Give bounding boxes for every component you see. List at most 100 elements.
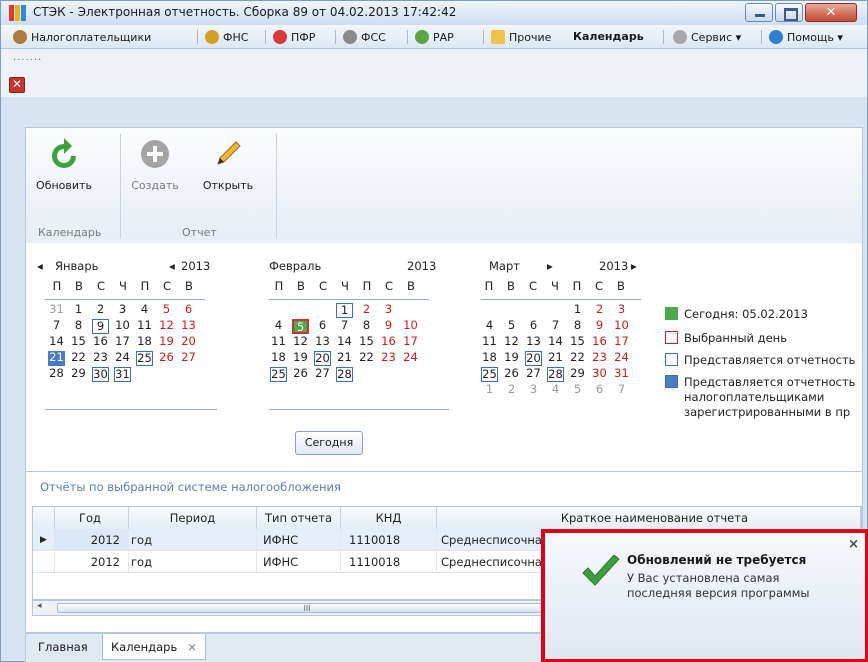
calendar-day[interactable]: 10 [613,319,630,334]
calendar-day[interactable]: 2 [591,303,608,318]
menu-other[interactable]: Прочие [491,30,551,44]
column-header-type[interactable]: Тип отчета [257,507,341,529]
calendar-day[interactable]: 10 [114,319,131,334]
calendar-day[interactable]: 17 [402,335,419,350]
refresh-button[interactable]: Обновить [34,138,94,192]
close-window-button[interactable]: ✕ [805,3,857,22]
calendar-day[interactable]: 2 [92,303,109,318]
calendar-day[interactable]: 7 [48,319,65,334]
calendar-day[interactable]: 30 [92,367,109,382]
calendar-day[interactable]: 12 [503,335,520,350]
menu-pfr[interactable]: ПФР [273,30,315,44]
calendar-day[interactable]: 15 [358,335,375,350]
calendar-day[interactable]: 18 [136,335,153,350]
calendar-day[interactable]: 17 [613,335,630,350]
calendar-day[interactable]: 2 [358,303,375,318]
calendar-day[interactable]: 1 [336,303,353,318]
calendar-day[interactable]: 19 [158,335,175,350]
popup-close-icon[interactable]: × [848,537,859,552]
calendar-day[interactable]: 28 [48,367,65,382]
calendar-day[interactable]: 26 [292,367,309,382]
calendar-day[interactable]: 6 [525,319,542,334]
calendar-day[interactable]: 21 [547,351,564,366]
calendar-day[interactable]: 13 [525,335,542,350]
calendar-day[interactable]: 29 [70,367,87,382]
calendar-day[interactable]: 21 [336,351,353,366]
calendar-day[interactable]: 5 [503,319,520,334]
calendar-day[interactable]: 27 [525,367,542,382]
calendar-day[interactable]: 26 [503,367,520,382]
calendar-day[interactable]: 18 [481,351,498,366]
calendar-day[interactable]: 3 [613,303,630,318]
tab-calendar[interactable]: Календарь × [102,634,206,660]
calendar-day[interactable]: 22 [569,351,586,366]
calendar-day[interactable]: 23 [591,351,608,366]
calendar-day[interactable]: 8 [569,319,586,334]
calendar-day[interactable]: 25 [136,351,153,366]
calendar-day[interactable]: 11 [270,335,287,350]
calendar-day[interactable]: 14 [336,335,353,350]
tab-close-icon[interactable]: × [187,640,197,654]
menu-service[interactable]: Сервис ▾ [673,30,741,44]
calendar-day[interactable]: 24 [114,351,131,366]
calendar-day[interactable]: 23 [380,351,397,366]
column-header-name[interactable]: Краткое наименование отчета [437,507,861,529]
calendar-day[interactable]: 1 [569,303,586,318]
calendar-day[interactable]: 12 [158,319,175,334]
calendar-day[interactable]: 13 [314,335,331,350]
calendar-day[interactable]: 1 [481,383,498,398]
calendar-day[interactable]: 3 [525,383,542,398]
calendar-day[interactable]: 20 [525,351,542,366]
calendar-day[interactable]: 12 [292,335,309,350]
calendar-day[interactable]: 9 [92,319,109,334]
calendar-day[interactable]: 5 [569,383,586,398]
calendar-day[interactable]: 16 [591,335,608,350]
calendar-day[interactable]: 31 [48,303,65,318]
calendar-day[interactable]: 2 [503,383,520,398]
calendar-day[interactable]: 9 [591,319,608,334]
calendar-day[interactable]: 23 [92,351,109,366]
calendar-day[interactable]: 27 [180,351,197,366]
menu-taxpayers[interactable]: Налогоплательщики [13,30,151,44]
horizontal-scrollbar[interactable]: ◂ III [32,600,580,616]
calendar-day[interactable]: 4 [270,319,287,334]
calendar-day[interactable]: 22 [358,351,375,366]
prev-year-arrow[interactable]: ◂ [169,259,175,273]
create-button[interactable]: Создать [130,138,180,192]
column-header-knd[interactable]: КНД [341,507,437,529]
calendar-day[interactable]: 29 [569,367,586,382]
calendar-day[interactable]: 25 [481,367,498,382]
menu-calendar[interactable]: Календарь [573,30,644,43]
calendar-day[interactable]: 8 [70,319,87,334]
maximize-button[interactable] [775,3,803,22]
calendar-day[interactable]: 24 [402,351,419,366]
calendar-day[interactable]: 4 [481,319,498,334]
calendar-day[interactable]: 21 [48,351,65,366]
scroll-thumb[interactable]: III [57,603,557,613]
column-header-period[interactable]: Период [129,507,257,529]
close-document-icon[interactable]: ✕ [9,77,25,93]
calendar-day[interactable]: 19 [292,351,309,366]
calendar-day[interactable]: 11 [481,335,498,350]
calendar-day[interactable]: 24 [613,351,630,366]
calendar-day[interactable]: 14 [547,335,564,350]
calendar-day[interactable]: 15 [70,335,87,350]
calendar-day[interactable]: 7 [613,383,630,398]
calendar-day[interactable]: 17 [114,335,131,350]
calendar-day[interactable]: 26 [158,351,175,366]
calendar-day[interactable]: 30 [591,367,608,382]
calendar-day[interactable]: 7 [547,319,564,334]
minimize-button[interactable] [745,3,773,22]
calendar-day[interactable]: 3 [114,303,131,318]
calendar-day[interactable]: 19 [503,351,520,366]
calendar-day[interactable]: 9 [380,319,397,334]
tab-main[interactable]: Главная [30,634,96,660]
calendar-day[interactable]: 3 [380,303,397,318]
calendar-day[interactable]: 13 [180,319,197,334]
calendar-day[interactable]: 10 [402,319,419,334]
calendar-day[interactable]: 28 [336,367,353,382]
calendar-day[interactable]: 14 [48,335,65,350]
calendar-day[interactable]: 25 [270,367,287,382]
calendar-day[interactable]: 7 [336,319,353,334]
calendar-day[interactable]: 6 [314,319,331,334]
